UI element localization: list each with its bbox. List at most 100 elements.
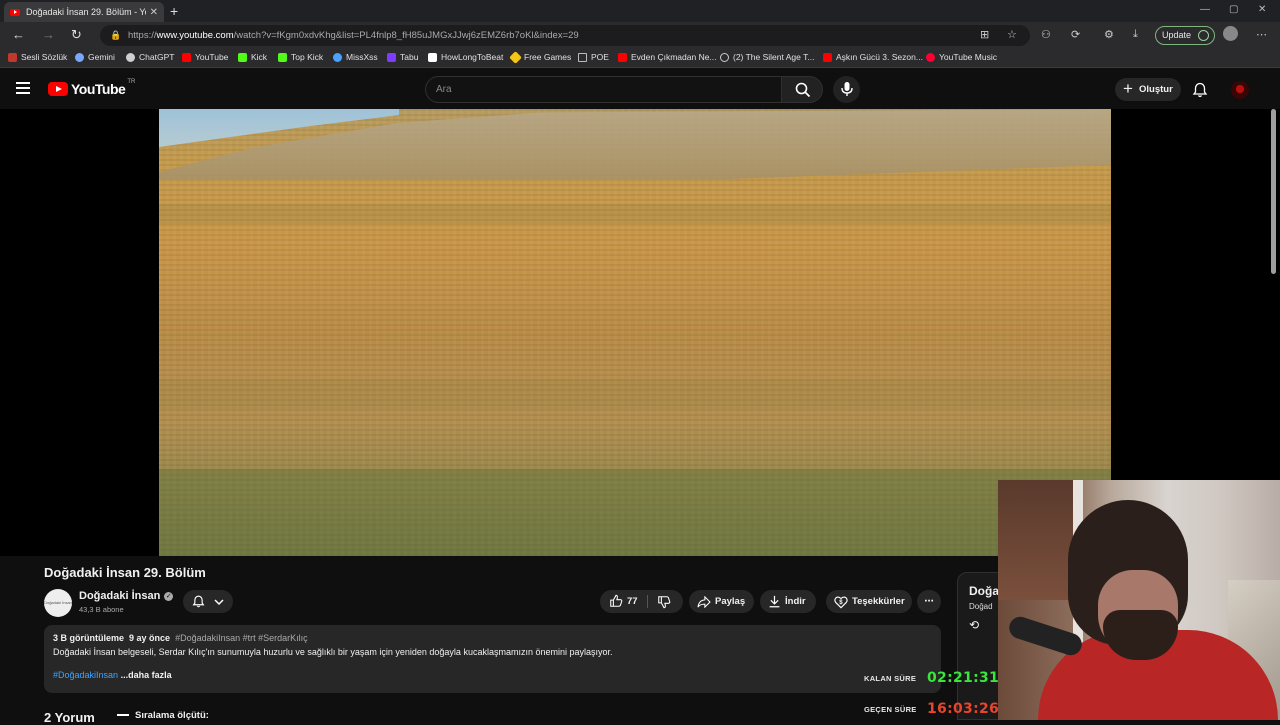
new-tab-icon[interactable]: +: [170, 3, 178, 19]
refresh-extension-icon[interactable]: ⟳: [1071, 28, 1080, 41]
notifications-bell-icon[interactable]: [1192, 82, 1208, 98]
video-field-band: [159, 379, 1111, 409]
user-avatar[interactable]: [1231, 81, 1249, 99]
subscription-bell-button[interactable]: [183, 590, 233, 613]
bookmark-item[interactable]: Sesli Sözlük: [8, 52, 67, 62]
window-close-icon[interactable]: ✕: [1258, 4, 1266, 15]
channel-name-row[interactable]: Doğadaki İnsan ✓: [79, 590, 174, 602]
browser-tab-bar: Doğadaki İnsan 29. Bölüm - YouTube ✕ + —…: [0, 0, 1280, 22]
thumbs-up-icon: [610, 594, 623, 607]
bookmark-item[interactable]: Free Games: [509, 50, 571, 64]
sort-comments-button[interactable]: Sıralama ölçütü:: [117, 710, 209, 721]
youtube-music-icon: [926, 52, 935, 62]
forward-icon[interactable]: →: [42, 27, 55, 42]
hashtag-link[interactable]: #DoğadakiInsan: [53, 670, 118, 680]
download-icon[interactable]: ⤓: [1133, 28, 1138, 41]
bookmark-item[interactable]: MissXss: [333, 52, 378, 62]
back-icon[interactable]: ←: [12, 27, 25, 42]
plus-icon: +: [1123, 79, 1133, 98]
youtube-logo[interactable]: YouTube TR: [48, 79, 135, 97]
playlist-subtitle: Doğad: [969, 602, 993, 611]
search-button[interactable]: [781, 76, 823, 103]
bookmarks-bar: Sesli Sözlük Gemini ChatGPT YouTube Kick…: [0, 49, 1280, 68]
youtube-masthead: YouTube TR Ara + Oluştur: [0, 70, 1280, 110]
youtube-icon: [618, 52, 627, 62]
close-tab-icon[interactable]: ✕: [150, 7, 158, 18]
extension-icon[interactable]: ⚇: [1041, 28, 1051, 41]
verified-check-icon: ✓: [164, 591, 174, 601]
gemini-icon: [75, 52, 84, 62]
description-box[interactable]: 3 B görüntüleme 9 ay önce #DoğadakiInsan…: [44, 625, 941, 693]
youtube-play-icon: [48, 82, 68, 96]
reload-icon[interactable]: ↻: [71, 27, 82, 43]
address-bar[interactable]: 🔒 https://www.youtube.com/watch?v=fKgm0x…: [100, 25, 1030, 46]
webcam-overlay: [998, 480, 1280, 720]
tag-icon: [509, 50, 522, 64]
description-tags[interactable]: #DoğadakiInsan #trt #SerdarKılıç: [175, 633, 308, 643]
download-button[interactable]: İndir: [760, 590, 816, 613]
profile-avatar[interactable]: [1223, 26, 1238, 41]
bookmark-item[interactable]: Kick: [238, 52, 267, 62]
maximize-icon[interactable]: ▢: [1229, 4, 1238, 15]
create-button[interactable]: + Oluştur: [1115, 78, 1181, 101]
bookmark-item[interactable]: Aşkın Gücü 3. Sezon...: [823, 52, 923, 62]
folder-icon: [578, 52, 587, 62]
more-dots-icon: ⋯: [924, 596, 934, 607]
hamburger-menu-icon[interactable]: [16, 82, 30, 94]
channel-avatar[interactable]: Doğadaki İnsan: [44, 589, 72, 617]
lock-icon: 🔒: [110, 30, 122, 40]
description-text: Doğadaki İnsan belgeseli, Serdar Kılıç'ı…: [53, 647, 613, 657]
thumbs-down-icon: [658, 596, 671, 609]
bookmark-item[interactable]: YouTube Music: [926, 52, 997, 62]
svg-text:$: $: [839, 599, 843, 606]
bookmark-folder[interactable]: POE: [578, 52, 609, 62]
channel-name[interactable]: Doğadaki İnsan: [79, 590, 160, 602]
chatgpt-icon: [126, 52, 135, 62]
show-more-link[interactable]: ...daha fazla: [121, 670, 172, 680]
bookmark-item[interactable]: Gemini: [75, 52, 115, 62]
video-field-band: [159, 469, 1111, 556]
like-button[interactable]: 77: [600, 590, 647, 613]
bookmark-star-icon[interactable]: ☆: [1007, 28, 1017, 41]
youtube-icon: [182, 52, 191, 62]
url-path: /watch?v=fKgm0xdvKhg&list=PL4fnlp8_fH85u…: [233, 30, 579, 41]
webcam-background-door: [998, 480, 1073, 600]
view-count: 3 B görüntüleme: [53, 633, 125, 643]
tab-title: Doğadaki İnsan 29. Bölüm - YouTube: [26, 7, 146, 17]
update-icon: [1198, 30, 1209, 41]
app-install-icon[interactable]: ⊞: [980, 28, 989, 41]
search-input[interactable]: Ara: [425, 76, 782, 103]
loop-icon[interactable]: ⟲: [969, 618, 979, 632]
download-icon: [769, 595, 780, 608]
update-button[interactable]: Update: [1155, 26, 1215, 45]
dislike-button[interactable]: [648, 590, 683, 613]
playlist-title: Doğa: [969, 584, 999, 598]
bookmark-item[interactable]: Tabu: [387, 52, 418, 62]
voice-search-button[interactable]: [833, 76, 860, 103]
share-button[interactable]: Paylaş: [689, 590, 754, 613]
bookmark-item[interactable]: ChatGPT: [126, 52, 174, 62]
bookmark-item[interactable]: Top Kick: [278, 52, 323, 62]
bookmark-item[interactable]: HowLongToBeat: [428, 52, 503, 62]
update-label: Update: [1162, 30, 1192, 40]
minimize-icon[interactable]: —: [1200, 4, 1210, 15]
microphone-icon: [841, 82, 853, 96]
browser-tab[interactable]: Doğadaki İnsan 29. Bölüm - YouTube ✕: [4, 2, 164, 22]
bookmark-item[interactable]: Evden Çıkmadan Ne...: [618, 52, 717, 62]
elapsed-time-label: GEÇEN SÜRE: [864, 705, 917, 714]
browser-toolbar: ← → ↻ 🔒 https://www.youtube.com/watch?v=…: [0, 22, 1280, 49]
menu-dots-icon[interactable]: ⋯: [1256, 28, 1267, 41]
comments-count: 2 Yorum: [44, 710, 95, 725]
chevron-down-icon: [214, 599, 224, 606]
thanks-button[interactable]: $ Teşekkürler: [826, 590, 912, 613]
page-scrollbar[interactable]: [1271, 109, 1276, 274]
bookmark-item[interactable]: YouTube: [182, 52, 228, 62]
bookmark-item[interactable]: (2) The Silent Age T...: [720, 52, 814, 62]
settings-extension-icon[interactable]: ⚙: [1104, 28, 1114, 41]
video-frame[interactable]: [159, 109, 1111, 556]
upload-age: 9 ay önce: [129, 633, 171, 643]
kick-icon: [278, 52, 287, 62]
bookmark-favicon-icon: [333, 52, 342, 62]
url-host: www.youtube.com: [156, 30, 234, 41]
more-actions-button[interactable]: ⋯: [917, 590, 941, 613]
